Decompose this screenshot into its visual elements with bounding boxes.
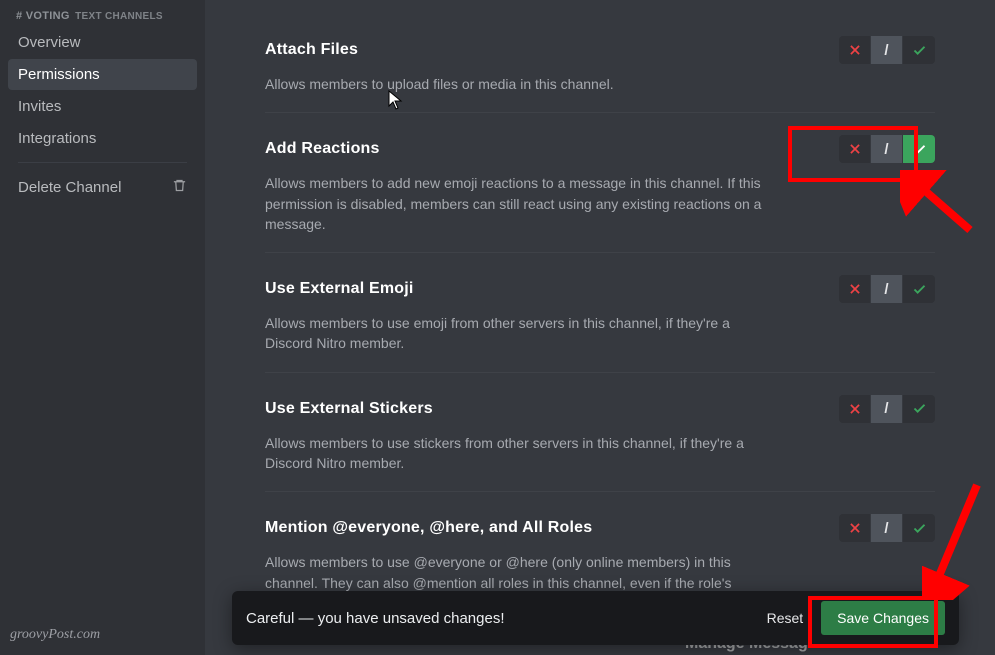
permission-deny-button[interactable] bbox=[839, 275, 871, 303]
permission-neutral-button[interactable]: / bbox=[871, 514, 903, 542]
permission-allow-button[interactable] bbox=[903, 275, 935, 303]
permission-allow-button[interactable] bbox=[903, 395, 935, 423]
permission-tristate: / bbox=[839, 395, 935, 423]
permission-tristate: / bbox=[839, 36, 935, 64]
sidebar-item-delete-channel[interactable]: Delete Channel bbox=[8, 171, 197, 204]
hash-icon: # bbox=[16, 10, 22, 22]
permission-neutral-button[interactable]: / bbox=[871, 275, 903, 303]
channel-name: VOTING bbox=[26, 10, 70, 22]
permission-tristate: / bbox=[839, 514, 935, 542]
permission-allow-button[interactable] bbox=[903, 135, 935, 163]
permission-description: Allows members to use stickers from othe… bbox=[265, 433, 765, 474]
permission-deny-button[interactable] bbox=[839, 135, 871, 163]
permissions-pane: ESC Attach Files / Allows members to upl… bbox=[205, 0, 995, 655]
permission-neutral-button[interactable]: / bbox=[871, 395, 903, 423]
watermark-credit: groovyPost.com bbox=[10, 627, 100, 643]
sidebar-item-label: Delete Channel bbox=[18, 179, 121, 196]
permission-deny-button[interactable] bbox=[839, 514, 871, 542]
channel-category: TEXT CHANNELS bbox=[75, 11, 163, 22]
permission-title: Mention @everyone, @here, and All Roles bbox=[265, 519, 592, 537]
sidebar-channel-header: # VOTING TEXT CHANNELS bbox=[8, 10, 197, 26]
permission-title: Add Reactions bbox=[265, 140, 380, 158]
sidebar-item-label: Integrations bbox=[18, 130, 96, 147]
permission-row: Use External Emoji / Allows members to u… bbox=[265, 253, 935, 373]
permission-neutral-button[interactable]: / bbox=[871, 135, 903, 163]
sidebar-item-overview[interactable]: Overview bbox=[8, 27, 197, 58]
sidebar-item-label: Overview bbox=[18, 34, 81, 51]
permission-description: Allows members to use emoji from other s… bbox=[265, 313, 765, 354]
unsaved-changes-bar: Careful — you have unsaved changes! Rese… bbox=[232, 591, 959, 645]
permission-title: Use External Emoji bbox=[265, 280, 414, 298]
channel-settings-sidebar: # VOTING TEXT CHANNELS Overview Permissi… bbox=[0, 0, 205, 655]
permission-deny-button[interactable] bbox=[839, 395, 871, 423]
permission-tristate: / bbox=[839, 135, 935, 163]
sidebar-item-label: Invites bbox=[18, 98, 61, 115]
permission-row: Attach Files / Allows members to upload … bbox=[265, 30, 935, 113]
reset-button[interactable]: Reset bbox=[767, 610, 804, 626]
permission-row: Use External Stickers / Allows members t… bbox=[265, 373, 935, 493]
permission-description: Allows members to upload files or media … bbox=[265, 74, 765, 94]
sidebar-item-integrations[interactable]: Integrations bbox=[8, 123, 197, 154]
permission-row: Add Reactions / Allows members to add ne… bbox=[265, 113, 935, 253]
sidebar-item-permissions[interactable]: Permissions bbox=[8, 59, 197, 90]
save-changes-button[interactable]: Save Changes bbox=[821, 601, 945, 635]
permission-deny-button[interactable] bbox=[839, 36, 871, 64]
permission-title: Use External Stickers bbox=[265, 400, 433, 418]
permission-tristate: / bbox=[839, 275, 935, 303]
unsaved-message: Careful — you have unsaved changes! bbox=[246, 610, 505, 627]
sidebar-item-invites[interactable]: Invites bbox=[8, 91, 197, 122]
sidebar-divider bbox=[18, 162, 187, 163]
trash-icon bbox=[172, 178, 187, 197]
sidebar-item-label: Permissions bbox=[18, 66, 100, 83]
permission-allow-button[interactable] bbox=[903, 36, 935, 64]
permission-description: Allows members to add new emoji reaction… bbox=[265, 173, 765, 234]
permission-allow-button[interactable] bbox=[903, 514, 935, 542]
permission-neutral-button[interactable]: / bbox=[871, 36, 903, 64]
permission-title: Attach Files bbox=[265, 41, 358, 59]
